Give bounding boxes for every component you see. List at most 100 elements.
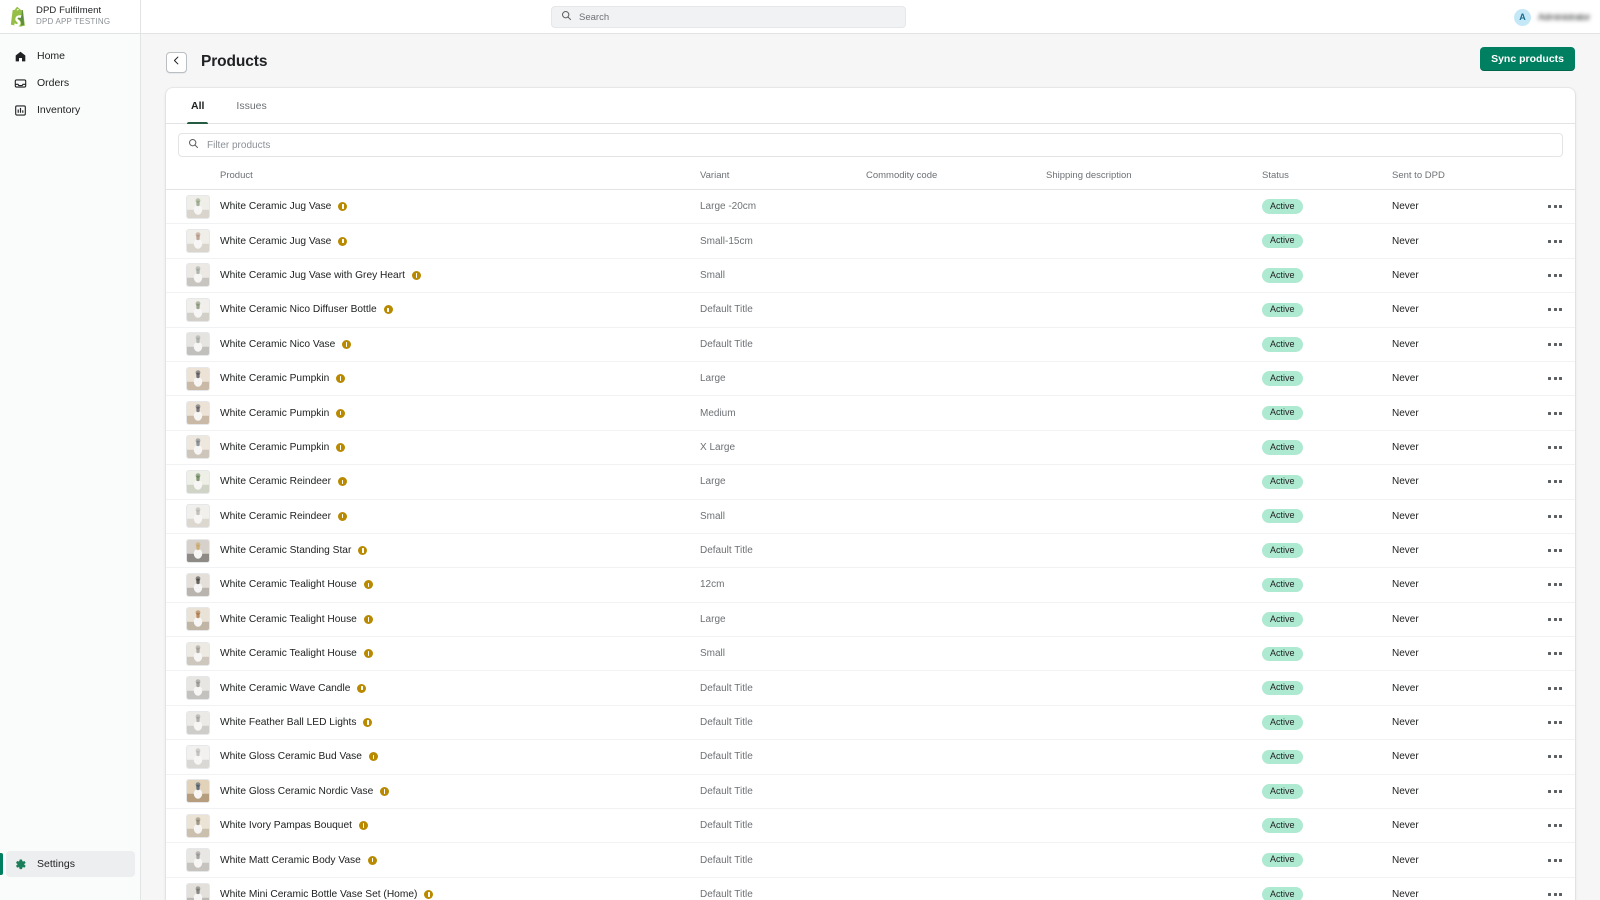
sidebar-nav: Home Orders Inventory: [0, 34, 140, 123]
brand-block[interactable]: DPD Fulfilment DPD APP TESTING: [0, 0, 141, 34]
warning-icon[interactable]: [384, 305, 393, 314]
warning-icon[interactable]: [338, 202, 347, 211]
row-product-cell: White Ceramic Jug Vase: [220, 224, 700, 258]
table-row[interactable]: White Ceramic PumpkinMediumActiveNever: [166, 396, 1575, 430]
status-badge: Active: [1262, 887, 1303, 900]
row-sent-to-dpd: Never: [1392, 877, 1522, 900]
status-badge: Active: [1262, 647, 1303, 662]
table-row[interactable]: White Ceramic PumpkinLargeActiveNever: [166, 361, 1575, 395]
table-row[interactable]: White Ceramic Tealight HouseLargeActiveN…: [166, 602, 1575, 636]
ellipsis-icon[interactable]: [1522, 412, 1575, 415]
table-row[interactable]: White Ceramic Standing StarDefault Title…: [166, 533, 1575, 567]
ellipsis-icon[interactable]: [1522, 618, 1575, 621]
ellipsis-icon[interactable]: [1522, 652, 1575, 655]
ellipsis-icon[interactable]: [1522, 377, 1575, 380]
table-row[interactable]: White Gloss Ceramic Bud VaseDefault Titl…: [166, 740, 1575, 774]
ellipsis-icon[interactable]: [1522, 893, 1575, 896]
warning-icon[interactable]: [338, 237, 347, 246]
table-row[interactable]: White Ceramic Tealight House12cmActiveNe…: [166, 568, 1575, 602]
row-commodity-code: [866, 499, 1046, 533]
warning-icon[interactable]: [336, 374, 345, 383]
back-button[interactable]: [166, 52, 187, 73]
tab-all[interactable]: All: [175, 88, 220, 123]
product-name: White Ceramic Reindeer: [220, 476, 331, 487]
table-row[interactable]: White Ceramic Nico VaseDefault TitleActi…: [166, 327, 1575, 361]
warning-icon[interactable]: [359, 821, 368, 830]
warning-icon[interactable]: [424, 890, 433, 899]
table-row[interactable]: White Ceramic PumpkinX LargeActiveNever: [166, 430, 1575, 464]
sidebar-item-settings[interactable]: Settings: [6, 851, 135, 877]
row-sent-to-dpd: Never: [1392, 293, 1522, 327]
warning-icon[interactable]: [380, 787, 389, 796]
table-row[interactable]: White Ceramic Tealight HouseSmallActiveN…: [166, 637, 1575, 671]
warning-icon[interactable]: [412, 271, 421, 280]
row-commodity-code: [866, 190, 1046, 224]
table-row[interactable]: White Ceramic Jug VaseLarge -20cmActiveN…: [166, 190, 1575, 224]
row-status-cell: Active: [1262, 258, 1392, 292]
ellipsis-icon[interactable]: [1522, 859, 1575, 862]
table-row[interactable]: White Ceramic ReindeerLargeActiveNever: [166, 465, 1575, 499]
account-menu[interactable]: A Administrator: [1514, 0, 1590, 34]
ellipsis-icon[interactable]: [1522, 824, 1575, 827]
row-shipping-description: [1046, 843, 1262, 877]
ellipsis-icon[interactable]: [1522, 549, 1575, 552]
warning-icon[interactable]: [342, 340, 351, 349]
table-row[interactable]: White Ceramic Jug Vase with Grey HeartSm…: [166, 258, 1575, 292]
ellipsis-icon[interactable]: [1522, 515, 1575, 518]
ellipsis-icon[interactable]: [1522, 721, 1575, 724]
ellipsis-icon[interactable]: [1522, 790, 1575, 793]
status-badge: Active: [1262, 234, 1303, 249]
warning-icon[interactable]: [369, 752, 378, 761]
warning-icon[interactable]: [364, 649, 373, 658]
warning-icon[interactable]: [363, 718, 372, 727]
warning-icon[interactable]: [338, 477, 347, 486]
warning-icon[interactable]: [336, 409, 345, 418]
table-row[interactable]: White Ivory Pampas BouquetDefault TitleA…: [166, 809, 1575, 843]
sync-products-button[interactable]: Sync products: [1480, 47, 1575, 71]
filter-products-input[interactable]: Filter products: [178, 133, 1563, 157]
warning-icon[interactable]: [338, 512, 347, 521]
warning-icon[interactable]: [364, 580, 373, 589]
table-row[interactable]: White Mini Ceramic Bottle Vase Set (Home…: [166, 877, 1575, 900]
ellipsis-icon[interactable]: [1522, 205, 1575, 208]
ellipsis-icon[interactable]: [1522, 755, 1575, 758]
table-row[interactable]: White Ceramic ReindeerSmallActiveNever: [166, 499, 1575, 533]
ellipsis-icon[interactable]: [1522, 446, 1575, 449]
row-status-cell: Active: [1262, 224, 1392, 258]
warning-icon[interactable]: [368, 856, 377, 865]
ellipsis-icon[interactable]: [1522, 583, 1575, 586]
shopify-bag-icon: [8, 6, 28, 28]
ellipsis-icon[interactable]: [1522, 480, 1575, 483]
table-row[interactable]: White Feather Ball LED LightsDefault Tit…: [166, 705, 1575, 739]
table-row[interactable]: White Gloss Ceramic Nordic VaseDefault T…: [166, 774, 1575, 808]
row-commodity-code: [866, 774, 1046, 808]
product-name: White Ceramic Tealight House: [220, 648, 357, 659]
ellipsis-icon[interactable]: [1522, 343, 1575, 346]
row-thumbnail-cell: [166, 809, 220, 843]
ellipsis-icon[interactable]: [1522, 308, 1575, 311]
row-variant: Default Title: [700, 877, 866, 900]
row-sent-to-dpd: Never: [1392, 843, 1522, 877]
row-shipping-description: [1046, 533, 1262, 567]
row-status-cell: Active: [1262, 430, 1392, 464]
warning-icon[interactable]: [364, 615, 373, 624]
status-badge: Active: [1262, 681, 1303, 696]
ellipsis-icon[interactable]: [1522, 687, 1575, 690]
ellipsis-icon[interactable]: [1522, 274, 1575, 277]
sidebar-item-home[interactable]: Home: [6, 43, 134, 69]
table-row[interactable]: White Ceramic Nico Diffuser BottleDefaul…: [166, 293, 1575, 327]
table-row[interactable]: White Ceramic Jug VaseSmall-15cmActiveNe…: [166, 224, 1575, 258]
global-search-input[interactable]: Search: [551, 6, 906, 28]
sidebar-item-orders[interactable]: Orders: [6, 70, 134, 96]
table-row[interactable]: White Matt Ceramic Body VaseDefault Titl…: [166, 843, 1575, 877]
warning-icon[interactable]: [358, 546, 367, 555]
ellipsis-icon[interactable]: [1522, 240, 1575, 243]
sidebar-item-inventory[interactable]: Inventory: [6, 97, 134, 123]
row-commodity-code: [866, 877, 1046, 900]
warning-icon[interactable]: [336, 443, 345, 452]
tab-issues[interactable]: Issues: [220, 88, 282, 123]
table-row[interactable]: White Ceramic Wave CandleDefault TitleAc…: [166, 671, 1575, 705]
warning-icon[interactable]: [357, 684, 366, 693]
product-thumbnail: [186, 195, 210, 219]
global-search-placeholder: Search: [579, 12, 609, 23]
